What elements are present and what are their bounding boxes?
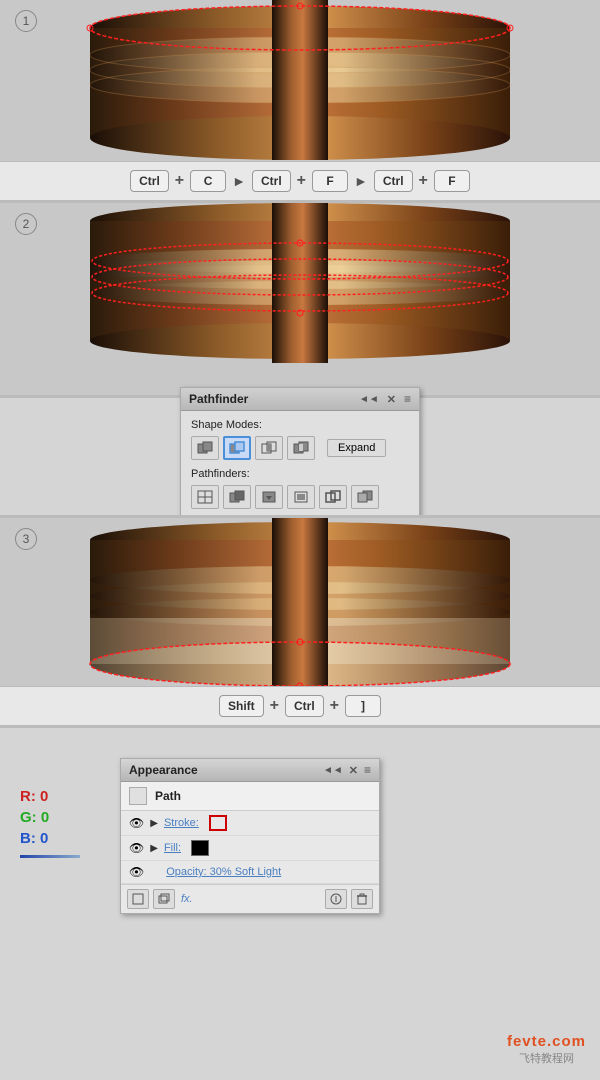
pathfinder-panel: Pathfinder ◄◄ ✕ ≡ Shape Modes: — [180, 387, 420, 526]
plus-1: + — [175, 172, 184, 190]
shape-modes-row: Expand — [191, 436, 409, 460]
plus-4: + — [270, 697, 279, 715]
pathfinder-menu[interactable]: ≡ — [404, 392, 411, 406]
cylinder-svg-1 — [0, 0, 600, 160]
footer-btn-1[interactable] — [127, 889, 149, 909]
brand-subtitle: 飞特教程网 — [507, 1050, 586, 1066]
g-value: G: 0 — [20, 809, 100, 826]
fill-expand-arrow[interactable]: ▶ — [150, 843, 158, 854]
cylinder-svg-3 — [0, 518, 600, 686]
stroke-color-swatch[interactable] — [209, 815, 227, 831]
appearance-footer: fx. — [121, 884, 379, 913]
shape-mode-intersect[interactable] — [255, 436, 283, 460]
path-title: Path — [155, 789, 181, 803]
pathfinder-title: Pathfinder — [189, 392, 248, 406]
pathfinder-outline[interactable] — [319, 485, 347, 509]
opacity-row: 👁 Opacity: 30% Soft Light — [121, 861, 379, 884]
plus-5: + — [330, 697, 339, 715]
pathfinder-close[interactable]: ✕ — [387, 393, 396, 406]
kbd-bar-2: Shift + Ctrl + ] — [0, 686, 600, 725]
cylinder-image-2 — [0, 203, 600, 387]
pathfinder-merge[interactable] — [255, 485, 283, 509]
color-line-indicator — [20, 855, 100, 858]
cylinder-svg-2 — [0, 203, 600, 363]
shape-mode-exclude[interactable] — [287, 436, 315, 460]
pathfinder-divide[interactable] — [191, 485, 219, 509]
shape-mode-minus-front[interactable] — [223, 436, 251, 460]
kbd-ctrl-4: Ctrl — [285, 695, 324, 717]
appearance-menu[interactable]: ≡ — [364, 763, 371, 777]
pathfinder-body: Shape Modes: Expand Pathfinders: — [181, 411, 419, 525]
appearance-title: Appearance — [129, 763, 198, 777]
pathfinder-header-right: ◄◄ ✕ ≡ — [359, 392, 411, 406]
footer-delete-btn[interactable] — [351, 889, 373, 909]
plus-2: + — [297, 172, 306, 190]
kbd-f-2: F — [434, 170, 470, 192]
plus-3: + — [419, 172, 428, 190]
arrow-2: ► — [354, 173, 368, 189]
fx-label[interactable]: fx. — [181, 893, 193, 905]
appearance-panel: Appearance ◄◄ ✕ ≡ Path 👁 ▶ Stroke: 👁 ▶ F… — [120, 758, 380, 914]
appearance-close[interactable]: ✕ — [349, 764, 358, 777]
footer-circle-btn[interactable] — [325, 889, 347, 909]
arrow-1: ► — [232, 173, 246, 189]
watermark: fevte.com 飞特教程网 — [507, 1033, 586, 1066]
rgb-panel: R: 0 G: 0 B: 0 — [20, 748, 100, 858]
pathfinder-trim[interactable] — [223, 485, 251, 509]
kbd-ctrl-3: Ctrl — [374, 170, 413, 192]
fill-label[interactable]: Fill: — [164, 842, 181, 854]
cylinder-image-1 — [0, 0, 600, 161]
expand-button[interactable]: Expand — [327, 439, 386, 457]
kbd-ctrl-2: Ctrl — [252, 170, 291, 192]
pathfinders-row — [191, 485, 409, 509]
stroke-row: 👁 ▶ Stroke: — [121, 811, 379, 836]
kbd-f-1: F — [312, 170, 348, 192]
stroke-visibility-eye[interactable]: 👁 — [129, 816, 144, 830]
footer-btn-2[interactable] — [153, 889, 175, 909]
appearance-header: Appearance ◄◄ ✕ ≡ — [121, 759, 379, 782]
appearance-collapse[interactable]: ◄◄ — [323, 765, 343, 776]
section-5-appearance: R: 0 G: 0 B: 0 Appearance ◄◄ ✕ ≡ Path 👁 … — [0, 725, 600, 1080]
b-value: B: 0 — [20, 830, 100, 847]
fill-visibility-eye[interactable]: 👁 — [129, 841, 144, 855]
kbd-bracket: ] — [345, 695, 381, 717]
pathfinders-label: Pathfinders: — [191, 468, 409, 480]
path-icon-box — [129, 787, 147, 805]
kbd-c: C — [190, 170, 226, 192]
section-4: 3 — [0, 515, 600, 725]
kbd-bar-1: Ctrl + C ► Ctrl + F ► Ctrl + F — [0, 161, 600, 200]
shape-modes-label: Shape Modes: — [191, 419, 409, 431]
opacity-visibility-eye[interactable]: 👁 — [129, 865, 144, 879]
r-value: R: 0 — [20, 788, 100, 805]
pathfinder-collapse[interactable]: ◄◄ — [359, 394, 379, 405]
stroke-label[interactable]: Stroke: — [164, 817, 199, 829]
kbd-ctrl-1: Ctrl — [130, 170, 169, 192]
pathfinder-minus-back[interactable] — [351, 485, 379, 509]
brand-name: fevte.com — [507, 1033, 586, 1050]
opacity-label[interactable]: Opacity: 30% Soft Light — [166, 866, 281, 878]
path-title-row: Path — [121, 782, 379, 811]
pathfinder-crop[interactable] — [287, 485, 315, 509]
cylinder-image-3 — [0, 518, 600, 686]
fill-row: 👁 ▶ Fill: — [121, 836, 379, 861]
section-2: 2 — [0, 200, 600, 395]
stroke-expand-arrow[interactable]: ▶ — [150, 818, 158, 829]
color-gradient-bar — [20, 855, 80, 858]
section-3-pathfinder: Pathfinder ◄◄ ✕ ≡ Shape Modes: — [0, 395, 600, 515]
appearance-header-right: ◄◄ ✕ ≡ — [323, 763, 371, 777]
fill-color-swatch[interactable] — [191, 840, 209, 856]
shape-mode-unite[interactable] — [191, 436, 219, 460]
section-1: 1 — [0, 0, 600, 200]
pathfinder-header: Pathfinder ◄◄ ✕ ≡ — [181, 388, 419, 411]
kbd-shift: Shift — [219, 695, 264, 717]
